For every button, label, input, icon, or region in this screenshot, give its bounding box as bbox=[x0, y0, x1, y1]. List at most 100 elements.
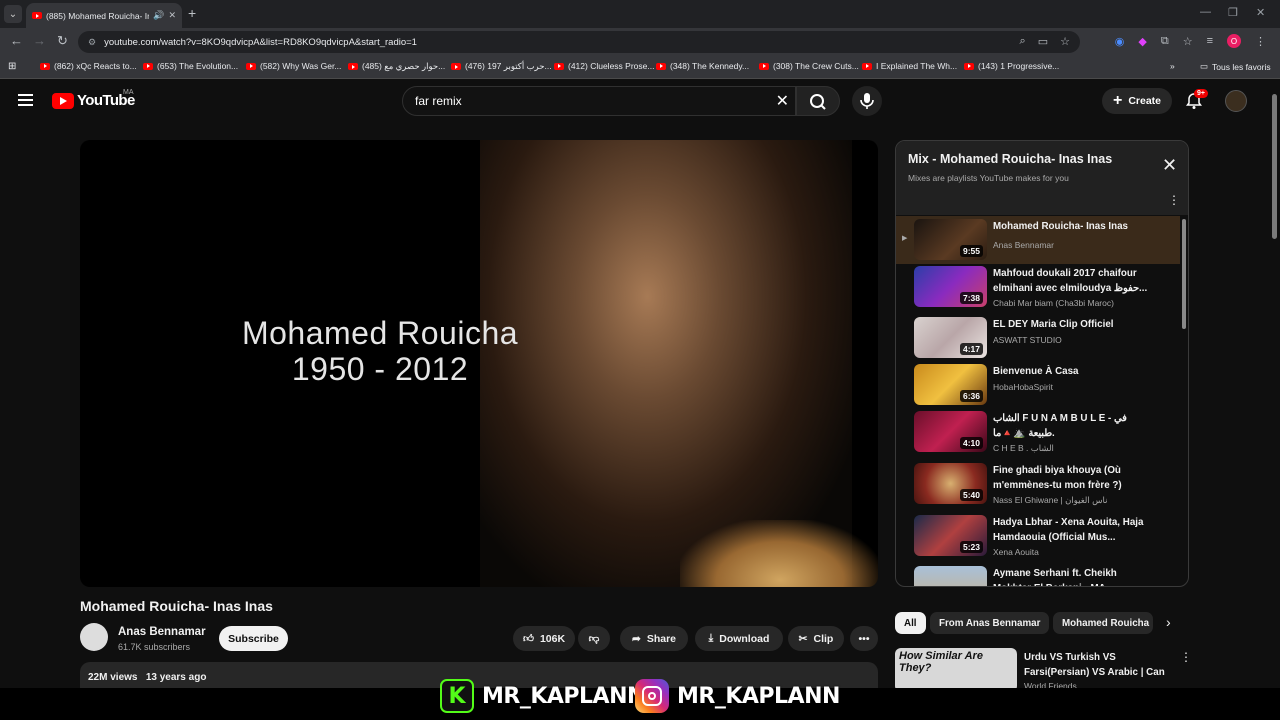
recommendation-more-icon[interactable]: ⋮ bbox=[1180, 650, 1192, 664]
channel-name[interactable]: Anas Bennamar bbox=[118, 626, 206, 638]
speaker-icon[interactable]: 🔊 bbox=[153, 10, 164, 21]
playlist-header: Mix - Mohamed Rouicha- Inas Inas Mixes a… bbox=[896, 141, 1188, 215]
extension-icon[interactable]: ◉ bbox=[1115, 35, 1125, 48]
upload-age: 13 years ago bbox=[145, 672, 207, 683]
close-tab-icon[interactable]: ✕ bbox=[168, 10, 176, 21]
close-playlist-icon[interactable]: ✕ bbox=[1162, 155, 1177, 176]
media-controls-icon[interactable]: ≡ bbox=[1207, 35, 1213, 47]
youtube-header: YouTube MA far remix ✕ + Create 9+ bbox=[0, 80, 1270, 122]
voice-search-button[interactable] bbox=[852, 86, 882, 116]
maximize-icon[interactable]: ❐ bbox=[1228, 6, 1238, 19]
more-horizontal-icon: ••• bbox=[858, 632, 870, 645]
youtube-favicon-icon bbox=[348, 63, 358, 70]
subscribe-button[interactable]: Subscribe bbox=[219, 626, 288, 651]
extension-icon-2[interactable]: ◆ bbox=[1138, 35, 1146, 48]
bookmark-item[interactable]: (308) The Crew Cuts... bbox=[759, 61, 859, 71]
youtube-favicon-icon bbox=[656, 62, 666, 70]
video-guitar-glow bbox=[680, 520, 878, 587]
playlist-item-channel: Xena Aouita bbox=[993, 547, 1039, 557]
playlist-thumbnail: 7:38 bbox=[914, 266, 987, 307]
account-avatar[interactable] bbox=[1225, 90, 1247, 112]
playlist-item[interactable]: 5:40 Fine ghadi biya khouya (Où m'emmène… bbox=[896, 460, 1180, 508]
search-button[interactable] bbox=[796, 86, 840, 116]
youtube-favicon-icon bbox=[554, 62, 564, 70]
tab-search-button[interactable]: ⌄ bbox=[4, 5, 22, 23]
bookmark-item[interactable]: (653) The Evolution... bbox=[143, 61, 238, 71]
bookmark-item[interactable]: (862) xQc Reacts to... bbox=[40, 61, 137, 71]
chip-mohamed-rouicha[interactable]: Mohamed Rouicha bbox=[1053, 612, 1153, 634]
close-window-icon[interactable]: ✕ bbox=[1256, 6, 1265, 19]
bookmark-item[interactable]: (485) حوار حصري مع... bbox=[348, 61, 445, 72]
bookmark-item[interactable]: (143) 1 Progressive... bbox=[964, 61, 1059, 71]
playlist-item[interactable]: 4:17 EL DEY Maria Clip Officiel ASWATT S… bbox=[896, 314, 1180, 362]
forward-icon[interactable]: → bbox=[33, 33, 46, 48]
clear-search-icon[interactable]: ✕ bbox=[776, 91, 789, 111]
browser-tab[interactable]: (885) Mohamed Rouicha- In 🔊 ✕ bbox=[26, 3, 182, 28]
site-info-icon[interactable]: ⚙ bbox=[88, 37, 96, 48]
search-input[interactable]: far remix ✕ bbox=[402, 86, 796, 116]
thumbs-up-icon: 👍︎ bbox=[522, 633, 534, 645]
download-button[interactable]: ⤓ Download bbox=[695, 626, 783, 651]
create-button[interactable]: + Create bbox=[1102, 88, 1172, 114]
playlist-item-channel: Anas Bennamar bbox=[993, 240, 1054, 250]
kick-logo-icon: K bbox=[440, 679, 474, 713]
playlist-more-icon[interactable]: ⋮ bbox=[1168, 193, 1180, 207]
more-actions-button[interactable]: ••• bbox=[850, 626, 878, 651]
playlist-item[interactable]: 5:23 Hadya Lbhar - Xena Aouita, Haja Ham… bbox=[896, 512, 1180, 560]
playlist-item[interactable]: 6:36 Bienvenue À Casa HobaHobaSpirit bbox=[896, 361, 1180, 409]
new-tab-button[interactable]: + bbox=[188, 5, 196, 21]
playlist-thumbnail: 5:23 bbox=[914, 515, 987, 556]
youtube-favicon-icon bbox=[143, 62, 153, 70]
page-scrollbar[interactable] bbox=[1272, 94, 1277, 239]
reading-list-icon[interactable]: ☆ bbox=[1183, 35, 1193, 48]
minimize-icon[interactable]: — bbox=[1200, 6, 1211, 18]
chevron-right-icon[interactable]: › bbox=[1166, 614, 1171, 630]
dislike-button[interactable]: 👎︎ bbox=[578, 626, 610, 651]
bookmark-item[interactable]: I Explained The Wh... bbox=[862, 61, 957, 71]
bookmark-item[interactable]: (476) حرب أكتوبر 197... bbox=[451, 61, 552, 72]
playlist-item[interactable]: ▶ 9:55 Mohamed Rouicha- Inas Inas Anas B… bbox=[896, 216, 1180, 264]
puzzle-extensions-icon[interactable]: ⧉ bbox=[1161, 35, 1169, 48]
all-bookmarks[interactable]: ▭ Tous les favoris bbox=[1200, 61, 1271, 72]
share-button[interactable]: ➦ Share bbox=[620, 626, 688, 651]
playlist-scrollbar[interactable] bbox=[1182, 219, 1186, 329]
playlist-subtitle: Mixes are playlists YouTube makes for yo… bbox=[908, 173, 1069, 183]
browser-menu-icon[interactable]: ⋮ bbox=[1255, 35, 1266, 48]
playlist-item[interactable]: Aymane Serhani ft. Cheikh Mokhtar El Ber… bbox=[896, 563, 1180, 586]
playlist-item-title: Fine ghadi biya khouya (Où m'emmènes-tu … bbox=[993, 465, 1122, 491]
playlist-item[interactable]: 7:38 Mahfoud doukali 2017 chaifour elmih… bbox=[896, 263, 1180, 311]
bookmarks-overflow-icon[interactable]: » bbox=[1170, 61, 1175, 71]
bookmark-item[interactable]: (582) Why Was Ger... bbox=[246, 61, 341, 71]
playlist-item-channel: C H E B . الشاب bbox=[993, 443, 1054, 453]
video-title: Mohamed Rouicha- Inas Inas bbox=[80, 598, 273, 614]
chip-from-channel[interactable]: From Anas Bennamar bbox=[930, 612, 1050, 634]
playlist-thumbnail: 4:17 bbox=[914, 317, 987, 358]
hamburger-menu-icon[interactable] bbox=[18, 94, 33, 106]
playlist-thumbnail: 6:36 bbox=[914, 364, 987, 405]
microphone-icon bbox=[860, 93, 874, 109]
bookmark-item[interactable]: (412) Clueless Prose... bbox=[554, 61, 654, 71]
clip-button[interactable]: ✂ Clip bbox=[788, 626, 844, 651]
playlist-item[interactable]: 4:10 الشاب F U N A M B U L E - في طبيعة … bbox=[896, 408, 1180, 456]
instagram-handle: MR_KAPLANN bbox=[677, 683, 840, 709]
chip-all[interactable]: All bbox=[895, 612, 926, 634]
bookmark-item[interactable]: (348) The Kennedy... bbox=[656, 61, 749, 71]
apps-grid-icon[interactable]: ⊞ bbox=[8, 61, 16, 72]
plus-icon: + bbox=[1112, 92, 1123, 109]
video-player[interactable]: Mohamed Rouicha 1950 - 2012 bbox=[80, 140, 878, 587]
playlist-title[interactable]: Mix - Mohamed Rouicha- Inas Inas bbox=[908, 152, 1112, 166]
share-arrow-icon: ➦ bbox=[632, 632, 641, 645]
cast-icon[interactable]: ▭ bbox=[1038, 35, 1048, 48]
reload-icon[interactable]: ↻ bbox=[57, 33, 68, 49]
bookmark-star-icon[interactable]: ☆ bbox=[1060, 35, 1070, 48]
channel-avatar[interactable] bbox=[80, 623, 108, 651]
like-button[interactable]: 👍︎ 106K bbox=[513, 626, 575, 651]
recommendation-thumbnail[interactable]: How Similar Are They? bbox=[895, 648, 1017, 692]
back-icon[interactable]: ← bbox=[10, 33, 23, 48]
zoom-icon[interactable]: ⌕ bbox=[1020, 35, 1026, 48]
playlist-item-title: Hadya Lbhar - Xena Aouita, Haja Hamdaoui… bbox=[993, 517, 1144, 543]
youtube-favicon-icon bbox=[32, 12, 42, 19]
profile-avatar[interactable]: O bbox=[1227, 34, 1241, 48]
playlist-thumbnail: 5:40 bbox=[914, 463, 987, 504]
url-bar[interactable]: ⚙ youtube.com/watch?v=8KO9qdvicpA&list=R… bbox=[78, 31, 1080, 53]
